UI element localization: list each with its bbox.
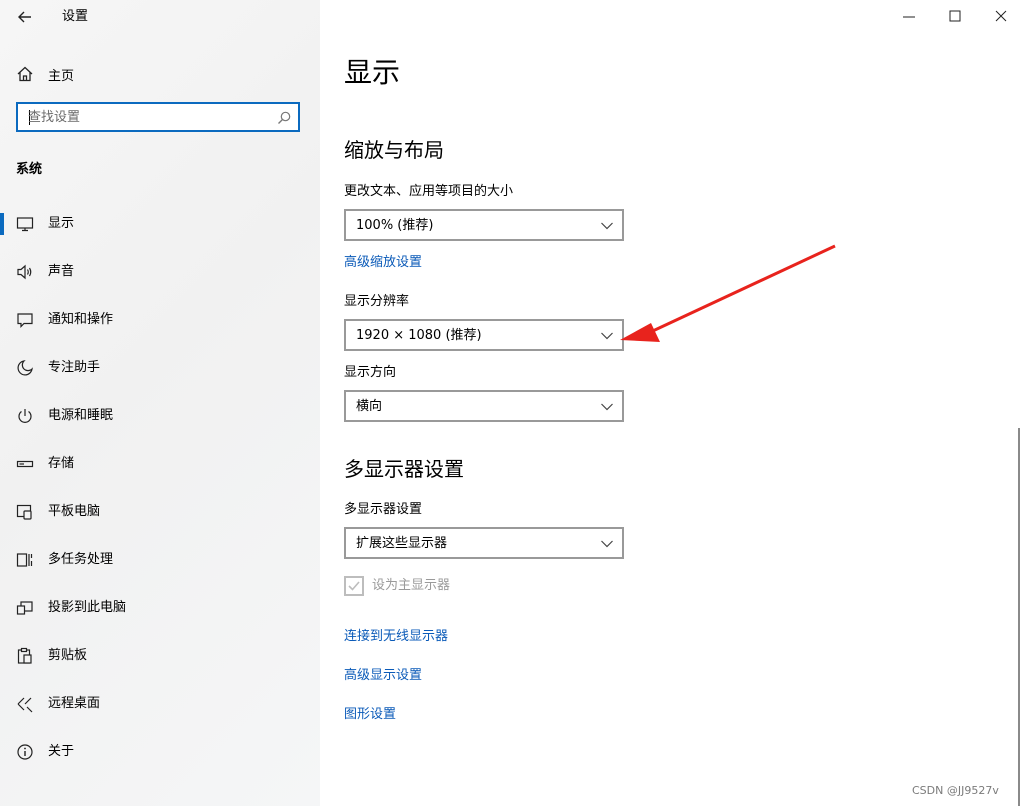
- main-content: 显示 缩放与布局 更改文本、应用等项目的大小 100% (推荐) 高级缩放设置 …: [320, 0, 1024, 806]
- orientation-dropdown[interactable]: 横向: [344, 390, 624, 422]
- sidebar-item-label: 显示: [48, 216, 75, 231]
- tablet-icon: [16, 504, 32, 520]
- resolution-dropdown[interactable]: 1920 × 1080 (推荐): [344, 319, 624, 351]
- scale-value: 100% (推荐): [356, 218, 434, 233]
- minimize-button[interactable]: [898, 6, 920, 28]
- sidebar-item-tablet[interactable]: 平板电脑: [0, 488, 320, 536]
- multi-display-value: 扩展这些显示器: [356, 536, 448, 551]
- sidebar-item-label: 远程桌面: [48, 696, 101, 711]
- chevron-down-icon: [601, 403, 613, 411]
- search-input[interactable]: [28, 108, 268, 126]
- maximize-icon: [949, 10, 961, 22]
- resolution-value: 1920 × 1080 (推荐): [356, 328, 482, 343]
- clipboard-icon: [17, 647, 32, 664]
- sidebar-item-display[interactable]: 显示: [0, 200, 320, 248]
- page-title: 显示: [344, 56, 401, 89]
- project-icon: [16, 601, 33, 615]
- sidebar-item-notifications[interactable]: 通知和操作: [0, 296, 320, 344]
- app-title: 设置: [62, 9, 89, 24]
- multitask-icon: [16, 553, 33, 567]
- speaker-icon: [17, 264, 32, 280]
- sidebar-item-label: 声音: [48, 264, 75, 279]
- sidebar-item-label: 平板电脑: [48, 504, 101, 519]
- checkmark-icon: [348, 581, 360, 591]
- main-display-checkbox[interactable]: [344, 576, 364, 596]
- search-icon[interactable]: [276, 110, 292, 126]
- multi-display-label: 多显示器设置: [344, 502, 423, 517]
- home-nav-item[interactable]: 主页: [16, 64, 74, 84]
- monitor-icon: [16, 217, 34, 232]
- search-box[interactable]: [16, 102, 300, 132]
- sidebar-item-label: 关于: [48, 744, 75, 759]
- close-button[interactable]: [990, 6, 1012, 28]
- sidebar-item-multitasking[interactable]: 多任务处理: [0, 536, 320, 584]
- wireless-display-link[interactable]: 连接到无线显示器: [344, 628, 448, 646]
- sidebar-item-focus-assist[interactable]: 专注助手: [0, 344, 320, 392]
- sidebar-item-label: 通知和操作: [48, 312, 114, 327]
- sidebar: 设置 主页 系统 显示 声音: [0, 0, 320, 806]
- info-icon: [17, 744, 33, 760]
- storage-icon: [16, 460, 34, 468]
- sidebar-item-label: 存储: [48, 456, 75, 471]
- orientation-label: 显示方向: [344, 365, 397, 380]
- scale-label: 更改文本、应用等项目的大小: [344, 184, 514, 199]
- sidebar-item-remote-desktop[interactable]: 远程桌面: [0, 680, 320, 728]
- back-arrow-icon: [18, 11, 31, 23]
- sidebar-item-label: 投影到此电脑: [48, 600, 127, 615]
- watermark: CSDN @JJ9527v: [912, 784, 999, 797]
- multi-display-heading: 多显示器设置: [344, 457, 464, 481]
- sidebar-item-projecting[interactable]: 投影到此电脑: [0, 584, 320, 632]
- sidebar-item-power-sleep[interactable]: 电源和睡眠: [0, 392, 320, 440]
- sidebar-item-label: 剪贴板: [48, 648, 88, 663]
- home-label: 主页: [48, 68, 75, 84]
- close-icon: [995, 10, 1007, 22]
- remote-desktop-icon: [17, 697, 33, 713]
- sidebar-item-clipboard[interactable]: 剪贴板: [0, 632, 320, 680]
- moon-icon: [17, 360, 33, 376]
- main-display-checkbox-label: 设为主显示器: [372, 578, 451, 593]
- chevron-down-icon: [601, 332, 613, 340]
- scale-layout-heading: 缩放与布局: [344, 138, 444, 162]
- power-icon: [18, 409, 32, 423]
- sidebar-nav: 显示 声音 通知和操作 专注助手 电源和睡眠 存储 平板电脑 多任务处理 投影到…: [0, 200, 320, 776]
- sidebar-item-label: 多任务处理: [48, 552, 114, 567]
- advanced-scaling-link[interactable]: 高级缩放设置: [344, 254, 422, 272]
- graphics-settings-link[interactable]: 图形设置: [344, 706, 396, 724]
- maximize-button[interactable]: [944, 6, 966, 28]
- back-button[interactable]: [14, 6, 36, 28]
- chevron-down-icon: [601, 222, 613, 230]
- home-icon: [17, 66, 33, 82]
- section-heading-system: 系统: [16, 162, 43, 177]
- sidebar-item-storage[interactable]: 存储: [0, 440, 320, 488]
- resolution-label: 显示分辨率: [344, 294, 410, 309]
- scrollbar-thumb[interactable]: [1018, 428, 1020, 806]
- orientation-value: 横向: [356, 399, 383, 414]
- scale-dropdown[interactable]: 100% (推荐): [344, 209, 624, 241]
- sidebar-item-sound[interactable]: 声音: [0, 248, 320, 296]
- chevron-down-icon: [601, 540, 613, 548]
- sidebar-item-label: 电源和睡眠: [48, 408, 114, 423]
- minimize-icon: [903, 16, 915, 18]
- sidebar-item-about[interactable]: 关于: [0, 728, 320, 776]
- advanced-display-link[interactable]: 高级显示设置: [344, 667, 422, 685]
- notification-icon: [17, 313, 33, 328]
- multi-display-dropdown[interactable]: 扩展这些显示器: [344, 527, 624, 559]
- sidebar-item-label: 专注助手: [48, 360, 101, 375]
